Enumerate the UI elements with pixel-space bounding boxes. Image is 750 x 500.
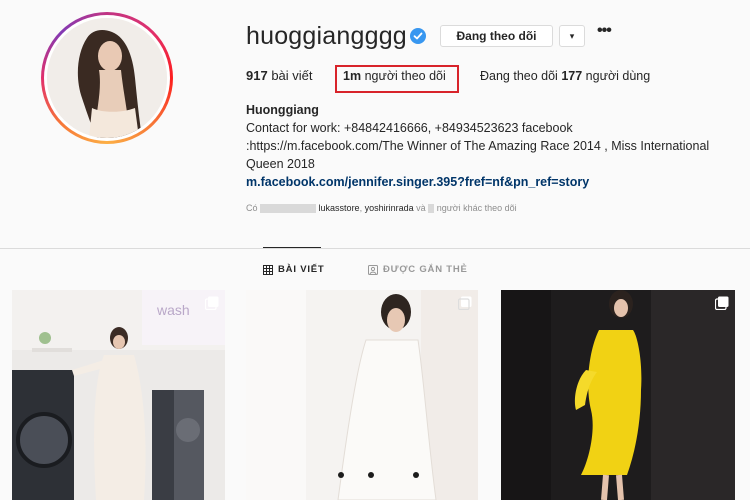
bio-name: Huonggiang (246, 103, 319, 117)
following-prefix: Đang theo dõi (480, 69, 558, 83)
multiple-photos-icon (715, 296, 729, 310)
following-button[interactable]: Đang theo dõi (440, 25, 553, 47)
tab-tagged[interactable]: ĐƯỢC GẮN THẺ (368, 264, 468, 275)
post-thumbnail[interactable] (246, 290, 478, 500)
tab-posts[interactable]: BÀI VIẾT (263, 264, 325, 275)
bio-line: :https://m.facebook.com/The Winner of Th… (246, 139, 710, 153)
grid-icon (263, 264, 273, 275)
profile-divider (0, 248, 750, 249)
followed-by-user[interactable]: yoshirinrada (365, 203, 414, 213)
posts-count: 917 (246, 68, 268, 83)
followed-by-user[interactable]: lukasstore (319, 203, 360, 213)
redacted-count (428, 204, 435, 214)
following-stat[interactable]: Đang theo dõi 177 người dùng (480, 69, 650, 83)
chevron-down-icon[interactable]: ▾ (559, 25, 585, 47)
bio-line: Queen 2018 (246, 157, 315, 171)
profile-bio: Huonggiang Contact for work: +8484241666… (246, 101, 726, 191)
tab-tagged-label: ĐƯỢC GẮN THẺ (383, 264, 468, 275)
avatar-photo (47, 18, 167, 138)
followers-count: 1m (343, 69, 362, 83)
followed-by-prefix: Có (246, 203, 258, 213)
posts-stat: 917 bài viết (246, 68, 313, 83)
bio-line: Contact for work: +84842416666, +8493452… (246, 121, 573, 135)
separator: , (359, 203, 363, 213)
followed-by[interactable]: Có lukasstore, yoshirinrada và người khá… (246, 203, 517, 214)
post-image (501, 290, 735, 500)
followers-label: người theo dõi (364, 69, 446, 83)
multiple-photos-icon (205, 296, 219, 310)
post-image: wash (12, 290, 225, 500)
following-count: 177 (561, 69, 583, 83)
post-image (246, 290, 478, 500)
followed-by-conj: và (416, 203, 426, 213)
followers-stat[interactable]: 1m người theo dõi (343, 69, 446, 83)
posts-label: bài viết (271, 68, 313, 83)
tag-icon (368, 264, 378, 275)
profile-avatar[interactable] (41, 12, 173, 144)
post-thumbnail[interactable] (501, 290, 735, 500)
tab-posts-label: BÀI VIẾT (278, 264, 325, 275)
redacted-username (260, 204, 317, 214)
followed-by-suffix: người khác theo dõi (436, 203, 517, 213)
following-label: người dùng (585, 69, 651, 83)
svg-text:wash: wash (156, 302, 190, 318)
multiple-photos-icon (458, 296, 472, 310)
verified-badge-icon (410, 28, 426, 44)
post-thumbnail[interactable]: wash (12, 290, 225, 500)
bio-link[interactable]: m.facebook.com/jennifer.singer.395?fref=… (246, 173, 726, 191)
active-tab-indicator (263, 247, 321, 248)
more-options-icon[interactable]: ••• (597, 23, 613, 44)
profile-username: huoggiangggg (246, 22, 407, 50)
